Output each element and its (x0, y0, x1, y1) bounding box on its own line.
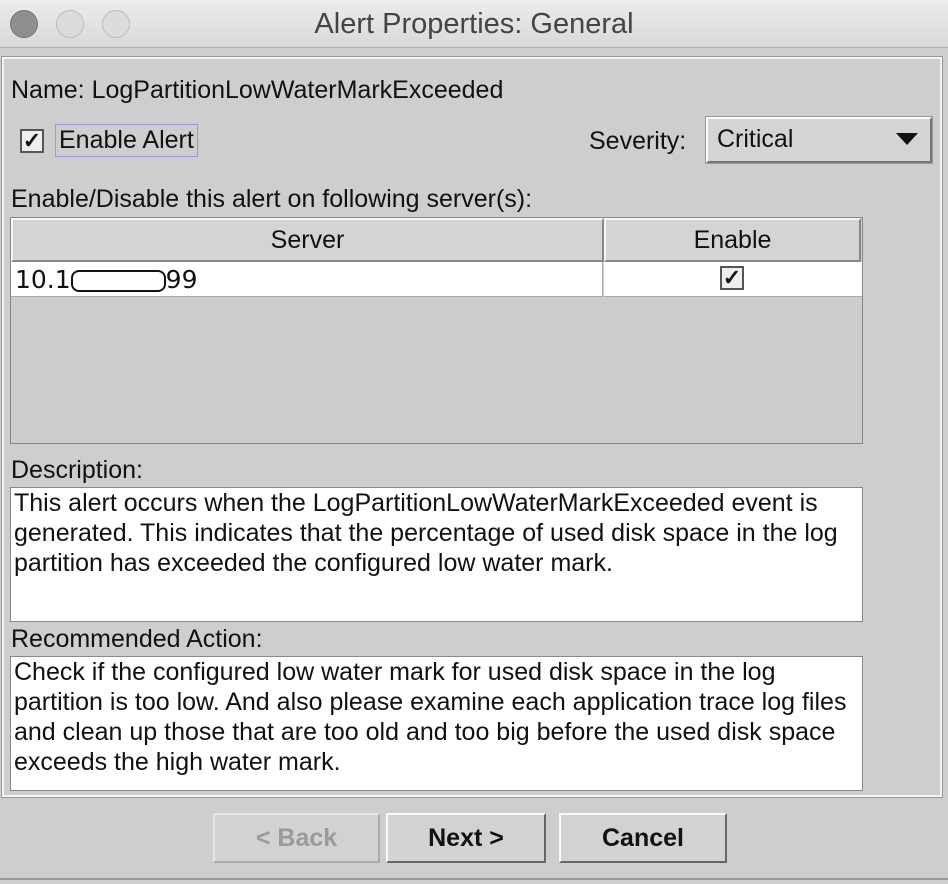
server-enable-checkbox[interactable]: ✓ (720, 266, 744, 290)
enable-alert-label[interactable]: Enable Alert (55, 124, 198, 157)
column-header-server[interactable]: Server (11, 218, 604, 262)
server-cell: 10.1 99 (15, 265, 197, 294)
window-title: Alert Properties: General (314, 8, 634, 40)
severity-dropdown[interactable]: Critical (705, 116, 933, 164)
column-header-enable[interactable]: Enable (604, 218, 861, 262)
server-ip-suffix: 99 (165, 265, 198, 294)
recommended-action-label: Recommended Action: (11, 625, 263, 653)
server-table: Server Enable 10.1 99 ✓ (10, 217, 863, 444)
table-row-enable: ✓ (604, 262, 862, 297)
severity-label: Severity: (589, 127, 687, 155)
table-row-server[interactable]: 10.1 99 (11, 262, 603, 297)
recommended-action-text[interactable]: Check if the configured low water mark f… (10, 656, 863, 791)
description-label: Description: (11, 456, 143, 484)
severity-value: Critical (717, 125, 794, 153)
title-bar: Alert Properties: General (0, 0, 948, 48)
servers-label: Enable/Disable this alert on following s… (11, 185, 533, 213)
redacted-region (70, 270, 166, 292)
chevron-down-icon (896, 133, 918, 145)
server-ip-prefix: 10.1 (15, 265, 71, 294)
alert-name: Name: LogPartitionLowWaterMarkExceeded (11, 76, 504, 104)
enable-alert-checkbox[interactable]: ✓ (20, 129, 44, 153)
description-text[interactable]: This alert occurs when the LogPartitionL… (10, 487, 863, 622)
cancel-button[interactable]: Cancel (559, 813, 727, 863)
back-button[interactable]: < Back (213, 813, 380, 863)
bottom-divider (0, 878, 948, 880)
next-button[interactable]: Next > (386, 813, 546, 863)
